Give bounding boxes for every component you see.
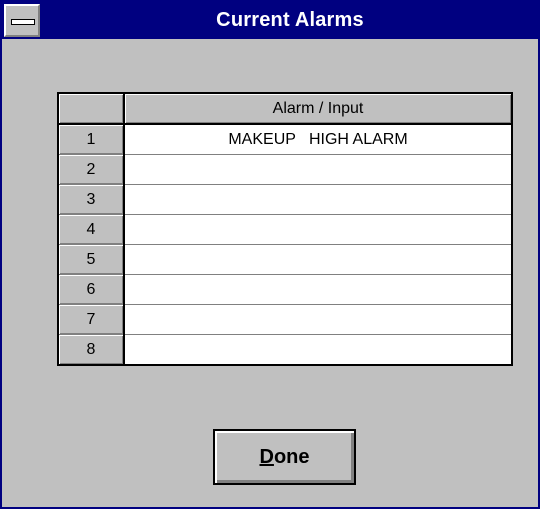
table-row: 2 [57, 154, 513, 185]
window-title: Current Alarms [216, 9, 364, 31]
table-row: 7 [57, 304, 513, 335]
alarm-cell[interactable]: MAKEUP HIGH ALARM [123, 123, 513, 155]
table-row: 1 MAKEUP HIGH ALARM [57, 123, 513, 155]
title-bar[interactable]: Current Alarms [2, 2, 538, 39]
table-row: 6 [57, 274, 513, 305]
table-row: 5 [57, 244, 513, 275]
system-menu-icon [11, 19, 35, 25]
alarms-window: Current Alarms Alarm / Input 1 MAKEUP HI… [0, 0, 540, 509]
table-row: 8 [57, 334, 513, 366]
alarm-cell[interactable] [123, 184, 513, 215]
alarm-cell[interactable] [123, 304, 513, 335]
row-number[interactable]: 4 [57, 214, 125, 245]
row-number[interactable]: 1 [57, 123, 125, 155]
alarm-cell[interactable] [123, 154, 513, 185]
table-header-row: Alarm / Input [57, 92, 513, 125]
row-number[interactable]: 5 [57, 244, 125, 275]
alarm-cell[interactable] [123, 274, 513, 305]
row-number[interactable]: 2 [57, 154, 125, 185]
alarm-cell[interactable] [123, 244, 513, 275]
done-mnemonic: D [259, 445, 274, 468]
column-header-alarm-input[interactable]: Alarm / Input [123, 92, 513, 125]
table-row: 3 [57, 184, 513, 215]
alarm-cell[interactable] [123, 334, 513, 366]
system-menu-button[interactable] [4, 4, 40, 37]
done-button[interactable]: Done [213, 429, 356, 485]
alarm-cell[interactable] [123, 214, 513, 245]
row-number[interactable]: 3 [57, 184, 125, 215]
done-label: one [273, 445, 310, 468]
row-number[interactable]: 6 [57, 274, 125, 305]
table-row: 4 [57, 214, 513, 245]
row-number[interactable]: 8 [57, 334, 125, 366]
row-number[interactable]: 7 [57, 304, 125, 335]
corner-header-cell[interactable] [57, 92, 125, 125]
alarms-table: Alarm / Input 1 MAKEUP HIGH ALARM 2 3 4 … [57, 92, 513, 366]
